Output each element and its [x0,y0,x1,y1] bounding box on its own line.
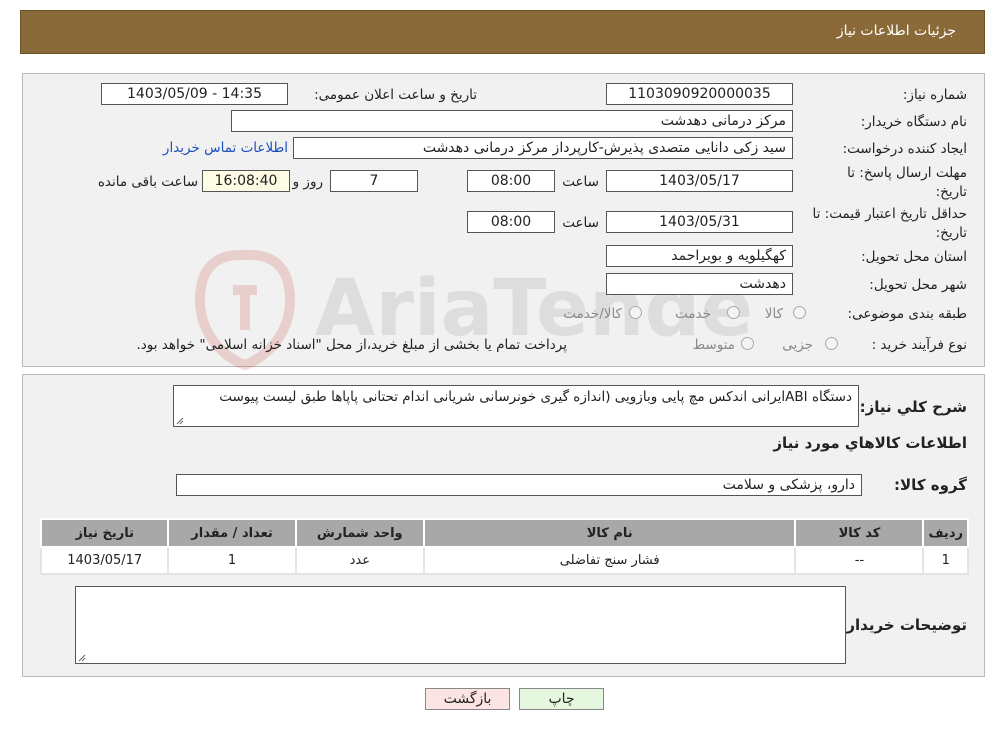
col-unit: واحد شمارش [294,518,425,548]
summary-label: شرح کلي نياز: [859,398,967,416]
cell-name: فشار سنج تفاضلی [422,546,797,575]
category-radio-service[interactable] [727,306,740,319]
validity-label: حداقل تاریخ اعتبار قیمت: تا [812,206,967,222]
buyer-notes-textarea[interactable] [75,586,846,664]
province-label: استان محل تحویل: [861,249,967,265]
goods-info-title: اطلاعات کالاهاي مورد نياز [773,434,967,452]
deadline-date-field: 1403/05/17 [606,170,793,192]
deadline-time-label: ساعت [562,174,599,190]
resize-handle-icon[interactable] [78,654,86,662]
back-button[interactable]: بازگشت [425,688,510,710]
validity-date-field: 1403/05/31 [606,211,793,233]
process-option-minor: جزیی [782,337,813,353]
category-label: طبقه بندی موضوعی: [847,306,967,322]
table-header-row: تاریخ نیاز تعداد / مقدار واحد شمارش نام … [39,518,969,548]
buyer-org-field: مرکز درمانی دهدشت [231,110,793,132]
category-option-goods: کالا [764,306,783,322]
deadline-label: مهلت ارسال پاسخ: تا [847,165,967,181]
goods-group-label: گروه کالا: [894,476,967,494]
goods-table: تاریخ نیاز تعداد / مقدار واحد شمارش نام … [39,518,969,575]
announce-field: 1403/05/09 - 14:35 [101,83,288,105]
deadline-label-date: تاریخ: [935,184,967,200]
days-label: روز و [292,174,323,190]
summary-text: دستگاه ABIایرانی اندکس مچ پایی وبازویی (… [219,389,852,405]
process-note: پرداخت تمام یا بخشی از مبلغ خرید،از محل … [136,337,567,353]
cell-code: -- [794,546,925,575]
remaining-time-field: 16:08:40 [202,170,290,192]
cell-date: 1403/05/17 [39,546,170,575]
process-radio-medium[interactable] [741,337,754,350]
city-field: دهدشت [606,273,793,295]
col-date: تاریخ نیاز [39,518,170,548]
col-name: نام کالا [422,518,797,548]
resize-handle-icon[interactable] [176,417,184,425]
col-index: رديف [922,518,969,548]
validity-time-label: ساعت [562,215,599,231]
process-radio-minor[interactable] [825,337,838,350]
need-number-field: 1103090920000035 [606,83,793,105]
cell-index: 1 [922,546,969,575]
col-qty: تعداد / مقدار [167,518,297,548]
buyer-org-label: نام دستگاه خریدار: [860,114,967,130]
creator-label: ایجاد کننده درخواست: [842,141,967,157]
validity-time-field: 08:00 [467,211,555,233]
cell-qty: 1 [167,546,297,575]
category-option-service: خدمت [675,306,711,322]
process-label: نوع فرآیند خرید : [871,337,967,353]
deadline-time-field: 08:00 [467,170,555,192]
need-number-label: شماره نیاز: [902,87,967,103]
category-option-both: کالا/خدمت [563,306,622,322]
process-option-medium: متوسط [692,337,735,353]
goods-group-field: دارو، پزشکی و سلامت [176,474,862,496]
category-radio-goods[interactable] [793,306,806,319]
validity-label-date: تاریخ: [935,225,967,241]
category-radio-both[interactable] [629,306,642,319]
contact-buyer-link[interactable]: اطلاعات تماس خریدار [163,140,288,156]
cell-unit: عدد [294,546,425,575]
days-field: 7 [330,170,418,192]
summary-textarea: دستگاه ABIایرانی اندکس مچ پایی وبازویی (… [173,385,859,427]
creator-field: سید زکی دانایی متصدی پذیرش-کارپرداز مرکز… [293,137,793,159]
page-title: جزئیات اطلاعات نیاز [836,23,956,39]
city-label: شهر محل تحویل: [869,277,967,293]
table-row: 1403/05/17 1 عدد فشار سنج تفاضلی -- 1 [39,546,969,575]
page-header: جزئیات اطلاعات نیاز [20,10,985,54]
buyer-notes-label: توضیحات خریدار: [840,616,967,634]
col-code: کد کالا [794,518,925,548]
remaining-label: ساعت باقی مانده [97,174,198,190]
announce-label: تاریخ و ساعت اعلان عمومی: [314,87,477,103]
province-field: کهگیلویه و بویراحمد [606,245,793,267]
print-button[interactable]: چاپ [519,688,604,710]
